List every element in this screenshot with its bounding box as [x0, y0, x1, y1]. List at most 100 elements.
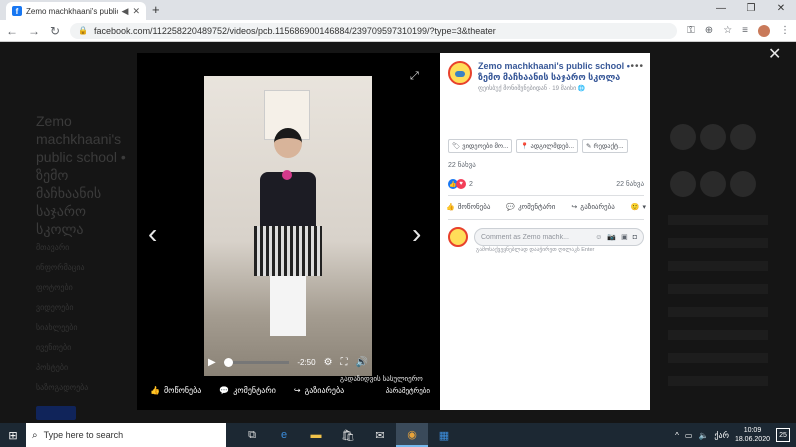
progress-knob[interactable]	[223, 357, 233, 367]
progress-bar[interactable]	[223, 357, 290, 367]
expand-icon[interactable]: ⤢	[410, 70, 419, 83]
page-name-ka[interactable]: ზემო მაჩხაანის საჯარო სკოლა	[478, 72, 620, 82]
key-icon[interactable]: ⚿	[687, 25, 695, 36]
profile-avatar[interactable]	[758, 24, 770, 37]
like-button[interactable]: 👍 მოწონება	[446, 203, 490, 211]
notifications-icon[interactable]: 25	[776, 428, 790, 442]
url-field[interactable]: 🔒 facebook.com/112258220489752/videos/pc…	[70, 22, 678, 39]
comment-button[interactable]: 💬 კომენტარი	[506, 203, 555, 211]
clock-date: 18.06.2020	[734, 436, 770, 443]
video-footer: 👍 მოწონება 💬 კომენტარი ↪ გაზიარება პარამეტრ…	[150, 386, 430, 395]
page-logo[interactable]	[448, 61, 472, 85]
menu-list-icon[interactable]: ≡	[742, 25, 748, 36]
video-share-label: გაზიარება	[304, 386, 345, 395]
minimize-icon[interactable]: —	[706, 0, 736, 20]
next-arrow-icon[interactable]: ›	[412, 218, 421, 250]
fullscreen-icon[interactable]: ⛶	[341, 357, 348, 368]
previous-arrow-icon[interactable]: ‹	[148, 218, 157, 250]
video-like-button[interactable]: 👍 მოწონება	[150, 386, 201, 395]
video-comment-button[interactable]: 💬 კომენტარი	[219, 386, 276, 395]
page-name[interactable]: Zemo machkhaani's public school • ზემო მ…	[478, 61, 644, 83]
reaction-count[interactable]: 2	[469, 181, 473, 188]
tag-edit-button[interactable]: ✎ რედაქტ...	[582, 139, 628, 153]
comment-icon: 💬	[219, 386, 230, 395]
kebab-menu-icon[interactable]: ⋮	[780, 25, 790, 36]
mail-icon[interactable]: ✉	[364, 423, 396, 447]
back-icon[interactable]: ←	[6, 24, 18, 38]
new-tab-icon[interactable]: +	[152, 2, 160, 17]
tag-icon: 🏷	[452, 143, 461, 150]
bg-avatar	[730, 171, 756, 197]
star-icon[interactable]: ☆	[723, 25, 732, 36]
child-figure	[260, 172, 316, 232]
reactions-row: 👍 ♥ 2 22 ნახვა	[448, 179, 644, 189]
share-button[interactable]: ↪ გაზიარება	[571, 203, 614, 211]
page-name-en[interactable]: Zemo machkhaani's public school	[478, 61, 624, 71]
language-icon[interactable]: ქარ	[714, 431, 729, 440]
close-theater-icon[interactable]: ✕	[768, 44, 781, 64]
profile-selector[interactable]: 🙂 ▾	[631, 203, 646, 211]
love-reaction-icon[interactable]: ♥	[456, 179, 466, 189]
sticker-icon[interactable]: ◘	[633, 234, 637, 241]
browser-tab[interactable]: f Zemo machkhaani's public s ◀︎ ✕	[6, 2, 146, 20]
background-left-column: Zemo machkhaani's public school • ზემო მ…	[36, 112, 136, 420]
edge-icon[interactable]: e	[268, 423, 300, 447]
location-pin-icon: 📍	[520, 143, 529, 150]
clock[interactable]: 10:09 18.06.2020	[735, 426, 770, 444]
lock-icon[interactable]: 🔒	[78, 26, 88, 35]
reload-icon[interactable]: ↻	[50, 24, 60, 38]
close-window-icon[interactable]: ✕	[766, 0, 796, 20]
tag-location-button[interactable]: 📍 ადგილმდებ...	[516, 139, 579, 153]
speaker-icon[interactable]: 🔈	[698, 431, 708, 440]
emoji-icon[interactable]: ☺	[595, 234, 602, 241]
audio-icon[interactable]: ◀︎	[122, 6, 129, 17]
commenter-avatar	[448, 227, 468, 247]
network-icon[interactable]: ▭	[685, 431, 693, 440]
bg-menu-item: ვიდეოები	[36, 303, 74, 312]
video-tag-label[interactable]: გადაზიდვის სასულიერო	[340, 375, 423, 383]
play-icon[interactable]: ▶	[208, 357, 216, 368]
bg-row	[668, 261, 768, 271]
thumbs-up-icon: 👍	[446, 204, 455, 211]
tab-bar: f Zemo machkhaani's public s ◀︎ ✕ + — ❐ …	[0, 0, 796, 20]
tag-videos-button[interactable]: 🏷 ვიდეოები მო...	[448, 139, 513, 153]
volume-icon[interactable]: 🔊	[356, 357, 368, 368]
url-text: facebook.com/112258220489752/videos/pcb.…	[94, 25, 496, 36]
more-options-icon[interactable]: •••	[630, 61, 644, 72]
maximize-icon[interactable]: ❐	[736, 0, 766, 20]
windows-start-icon[interactable]: ⊞	[0, 423, 26, 447]
video-like-label: მოწონება	[163, 386, 202, 395]
chrome-icon[interactable]: ◉	[396, 423, 428, 447]
zoom-icon[interactable]: ⊕	[705, 25, 713, 36]
task-view-icon[interactable]: ⧉	[236, 423, 268, 447]
video-options-button[interactable]: პარამეტრები	[386, 387, 430, 395]
divider	[448, 219, 644, 220]
gif-icon[interactable]: ▣	[621, 233, 628, 241]
window-controls: — ❐ ✕	[706, 0, 796, 20]
bg-avatar	[730, 124, 756, 150]
app-icon[interactable]: ▦	[428, 423, 460, 447]
bg-avatar	[700, 124, 726, 150]
video-frame[interactable]	[204, 76, 372, 376]
bg-menu-item: სიახლეები	[36, 323, 78, 332]
file-explorer-icon[interactable]: ▬	[300, 423, 332, 447]
bg-menu-item: საზოგადოება	[36, 383, 89, 392]
pencil-icon: ✎	[586, 143, 592, 150]
bg-title-line: საჯარო სკოლა	[36, 203, 87, 237]
bg-menu-item: ინფორმაცია	[36, 263, 85, 272]
store-icon[interactable]: 🛍	[332, 423, 364, 447]
tray-chevron-icon[interactable]: ^	[675, 431, 679, 440]
comment-input[interactable]: Comment as Zemo machk... ☺ 📷 ▣ ◘	[474, 228, 644, 246]
taskbar-apps: ⧉ e ▬ 🛍 ✉ ◉ ▦	[236, 423, 460, 447]
like-label: მოწონება	[457, 204, 491, 211]
settings-icon[interactable]: ⚙	[324, 357, 333, 368]
post-panel: Zemo machkhaani's public school • ზემო მ…	[440, 53, 650, 410]
share-icon: ↪	[293, 386, 301, 395]
taskbar-search[interactable]: ⌕ Type here to search	[26, 423, 226, 447]
video-share-button[interactable]: ↪ გაზიარება	[294, 386, 344, 395]
child-figure	[274, 128, 302, 158]
camera-icon[interactable]: 📷	[607, 233, 616, 241]
forward-icon[interactable]: →	[28, 24, 40, 38]
taskbar: ⊞ ⌕ Type here to search ⧉ e ▬ 🛍 ✉ ◉ ▦ ^ …	[0, 423, 796, 447]
close-tab-icon[interactable]: ✕	[132, 6, 140, 17]
